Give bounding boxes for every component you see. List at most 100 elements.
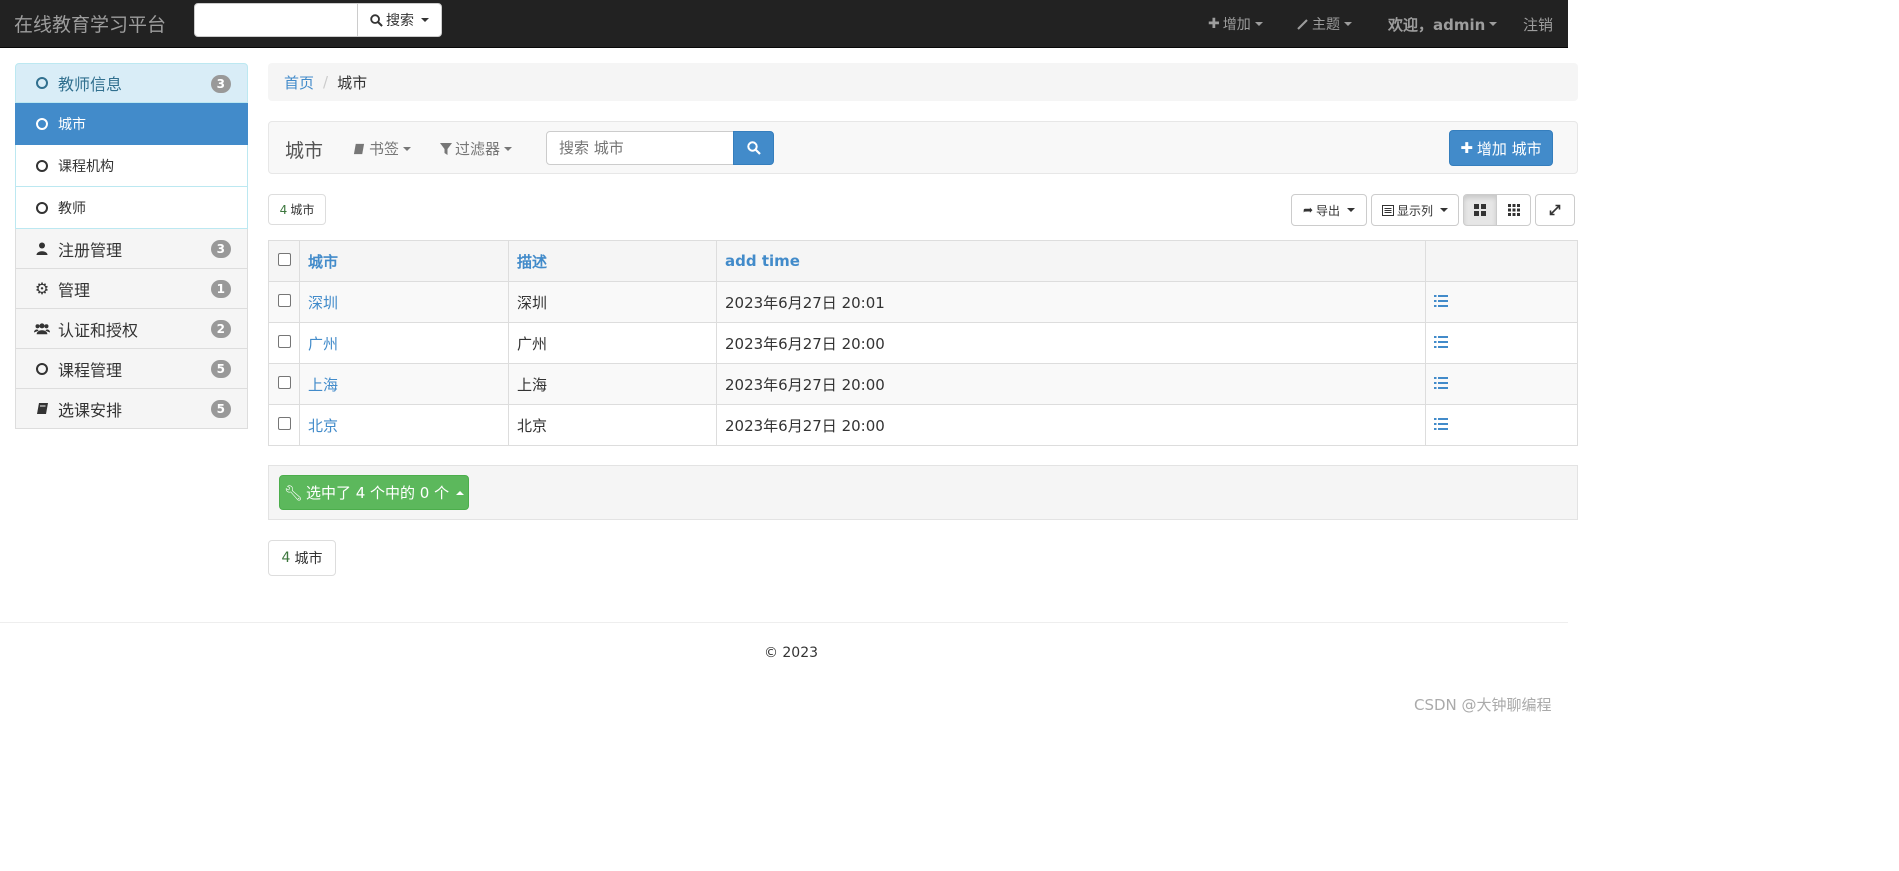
list-icon[interactable] [1434, 295, 1448, 307]
plus-icon: ✚ [1460, 139, 1473, 157]
breadcrumb-home-link[interactable]: 首页 [284, 72, 314, 93]
nav-search-group: 搜索 [194, 3, 442, 37]
sidebar-item-label: 教师 [58, 200, 86, 217]
sidebar-item-course-mgmt[interactable]: 课程管理 5 [15, 349, 248, 389]
compact-layout-button[interactable] [1496, 194, 1531, 226]
fullscreen-button[interactable] [1535, 194, 1575, 226]
columns-button[interactable]: 显示列 [1371, 194, 1459, 226]
time-cell: 2023年6月27日 20:00 [716, 322, 1426, 364]
column-header-add-time[interactable]: add time [716, 240, 1426, 282]
nav-search-input[interactable] [194, 3, 358, 37]
list-icon[interactable] [1434, 377, 1448, 389]
nav-search-label: 搜索 [386, 13, 414, 29]
sidebar: 教师信息 3 城市 课程机构 教师 注册管理 3 ⚙ 管理 1 认证和授权 2 … [15, 63, 248, 429]
desc-cell: 北京 [508, 404, 717, 446]
sidebar-item-city[interactable]: 城市 [15, 103, 248, 145]
circle-o-icon [34, 117, 50, 130]
sidebar-item-course-org[interactable]: 课程机构 [15, 145, 248, 187]
filter-dropdown[interactable]: 过滤器 [440, 138, 513, 159]
row-checkbox[interactable] [277, 376, 291, 389]
page-title: 城市 [285, 140, 324, 162]
list-search-button[interactable] [733, 131, 774, 165]
sidebar-item-label: 管理 [58, 280, 91, 300]
breadcrumb-separator: / [323, 73, 329, 91]
count-badge: 3 [210, 75, 231, 93]
columns-label: 显示列 [1396, 203, 1433, 218]
list-alt-icon [1381, 204, 1394, 216]
chevron-down-icon [1344, 22, 1352, 26]
count-badge: 5 [210, 360, 231, 378]
list-search-group [546, 131, 774, 165]
row-select-cell [268, 404, 300, 446]
row-checkbox[interactable] [277, 294, 291, 307]
sidebar-item-course-selection[interactable]: 选课安排 5 [15, 389, 248, 429]
city-link[interactable]: 深圳 [299, 281, 509, 323]
list-icon[interactable] [1434, 418, 1448, 430]
city-link[interactable]: 上海 [299, 363, 509, 405]
row-menu-cell [1425, 363, 1578, 405]
nav-user-label: 欢迎，admin [1388, 15, 1486, 34]
expand-icon [1549, 204, 1561, 216]
count-badge: 1 [210, 280, 231, 298]
table-row: 北京 北京 2023年6月27日 20:00 [268, 404, 1578, 446]
result-count: 4 城市 [268, 194, 326, 225]
chevron-down-icon [1440, 208, 1448, 212]
column-header-desc[interactable]: 描述 [508, 240, 717, 282]
nav-add-label: 增加 [1222, 17, 1251, 33]
row-select-cell [268, 281, 300, 323]
nav-add-menu[interactable]: ✚ 增加 [1208, 0, 1263, 48]
export-button[interactable]: ➦ 导出 [1291, 194, 1367, 226]
search-icon [746, 141, 761, 155]
sidebar-item-teacher[interactable]: 教师 [15, 187, 248, 229]
bulk-action-button[interactable]: 🔧︎ 选中了 4 个中的 0 个 [279, 475, 469, 510]
wrench-icon: 🔧︎ [283, 483, 303, 502]
group-icon [34, 322, 50, 335]
th-icon [1507, 204, 1520, 216]
bookmark-dropdown[interactable]: 书签 [353, 138, 412, 159]
result-count-number: 4 [279, 202, 288, 217]
sidebar-item-teacher-info[interactable]: 教师信息 3 [15, 63, 248, 103]
footer-divider [0, 622, 1568, 623]
sidebar-item-auth[interactable]: 认证和授权 2 [15, 309, 248, 349]
search-icon [370, 13, 383, 27]
circle-o-icon [34, 77, 50, 89]
time-cell: 2023年6月27日 20:01 [716, 281, 1426, 323]
column-header-actions [1425, 240, 1578, 282]
circle-o-icon [34, 201, 50, 214]
page-titlebar: 城市 书签 过滤器 ✚ 增加 城市 [268, 121, 1578, 174]
nav-user-menu[interactable]: 欢迎，admin [1388, 0, 1498, 48]
add-city-label: 增加 城市 [1476, 139, 1542, 158]
select-all-checkbox[interactable] [277, 253, 291, 266]
add-city-button[interactable]: ✚ 增加 城市 [1449, 130, 1553, 166]
sidebar-item-registration[interactable]: 注册管理 3 [15, 229, 248, 269]
bulk-action-label: 选中了 4 个中的 0 个 [305, 484, 450, 502]
footer-copyright: © 2023 [763, 645, 819, 661]
table-layout-button[interactable] [1463, 194, 1497, 226]
table-row: 上海 上海 2023年6月27日 20:00 [268, 363, 1578, 405]
brand-title[interactable]: 在线教育学习平台 [14, 10, 166, 37]
nav-theme-menu[interactable]: 主题 [1297, 0, 1352, 48]
sidebar-item-label: 注册管理 [58, 240, 123, 260]
row-checkbox[interactable] [277, 417, 291, 430]
logout-link[interactable]: 注销 [1523, 0, 1553, 48]
sidebar-item-admin[interactable]: ⚙ 管理 1 [15, 269, 248, 309]
list-search-input[interactable] [546, 131, 734, 165]
nav-search-button[interactable]: 搜索 [357, 3, 442, 37]
sidebar-item-label: 课程管理 [58, 360, 123, 380]
desc-cell: 深圳 [508, 281, 717, 323]
sidebar-item-label: 课程机构 [58, 158, 114, 175]
list-icon[interactable] [1434, 336, 1448, 348]
city-link[interactable]: 北京 [299, 404, 509, 446]
row-menu-cell [1425, 404, 1578, 446]
count-badge: 2 [210, 320, 231, 338]
city-link[interactable]: 广州 [299, 322, 509, 364]
desc-cell: 广州 [508, 322, 717, 364]
brush-icon [1297, 19, 1308, 30]
bottom-count-number: 4 [281, 550, 291, 566]
column-header-city[interactable]: 城市 [299, 240, 509, 282]
bookmark-label: 书签 [369, 140, 400, 158]
bottom-count-label: 城市 [294, 551, 323, 567]
bottom-result-count: 4 城市 [268, 540, 336, 576]
row-checkbox[interactable] [277, 335, 291, 348]
user-icon [34, 242, 50, 255]
